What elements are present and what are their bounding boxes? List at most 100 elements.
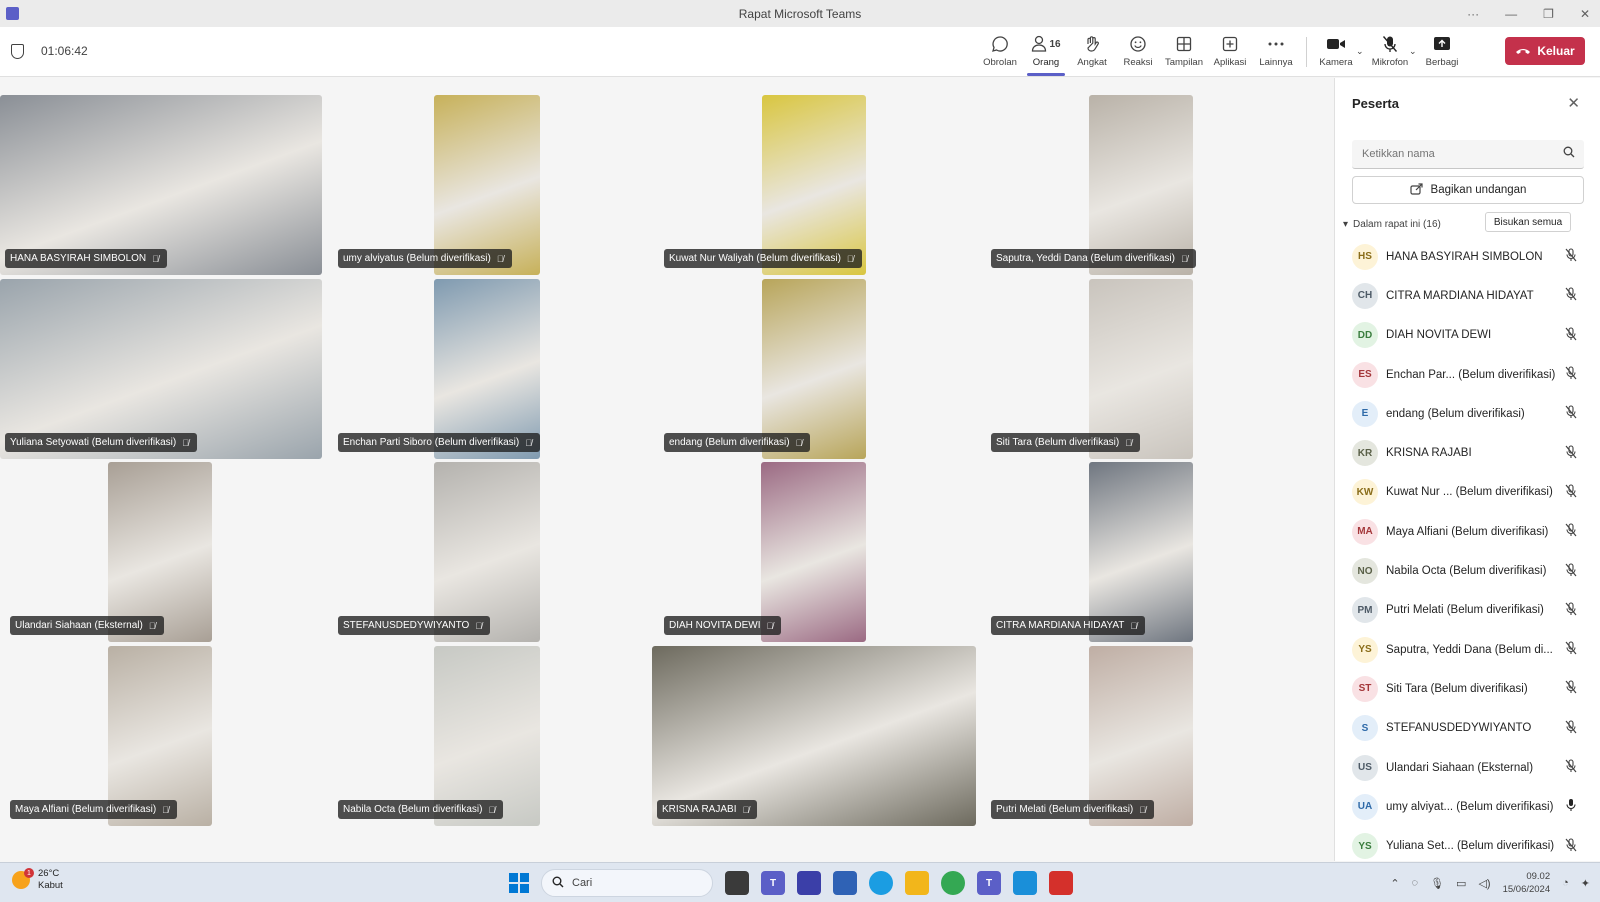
mic-on-icon[interactable]: [1565, 798, 1577, 815]
participant-row[interactable]: US Ulandari Siahaan (Eksternal): [1335, 748, 1600, 787]
teams-work-icon[interactable]: T: [977, 871, 1001, 895]
mic-button[interactable]: Mikrofon: [1368, 33, 1412, 73]
search-icon[interactable]: [1563, 146, 1575, 161]
participant-row[interactable]: KW Kuwat Nur ... (Belum diverifikasi): [1335, 473, 1600, 512]
video-tile[interactable]: [0, 95, 322, 275]
video-tile[interactable]: [652, 646, 976, 826]
video-feed: [108, 462, 212, 642]
display-icon[interactable]: ▭: [1456, 877, 1466, 890]
participant-row[interactable]: Eendang (Belum diverifikasi): [1335, 394, 1600, 433]
video-tile[interactable]: [1089, 95, 1193, 275]
participant-row[interactable]: CH CITRA MARDIANA HIDAYAT: [1335, 276, 1600, 315]
mic-icon[interactable]: 🎙: [1430, 877, 1444, 890]
video-tile[interactable]: [762, 279, 866, 459]
camera-button[interactable]: Kamera: [1314, 33, 1358, 73]
participant-row[interactable]: KR KRISNA RAJABI: [1335, 433, 1600, 472]
participant-count: 16: [1049, 38, 1061, 50]
participant-row[interactable]: MA Maya Alfiani (Belum diverifikasi): [1335, 512, 1600, 551]
share-invite-button[interactable]: Bagikan undangan: [1352, 176, 1584, 204]
participant-row[interactable]: YS Saputra, Yeddi Dana (Belum di...: [1335, 630, 1600, 669]
mic-off-icon[interactable]: [1565, 641, 1577, 658]
mic-off-icon[interactable]: [1565, 327, 1577, 344]
mic-off-icon[interactable]: [1565, 838, 1577, 855]
chevron-up-icon[interactable]: ⌃: [1390, 877, 1399, 890]
video-tile[interactable]: [434, 95, 540, 275]
mic-off-icon[interactable]: [1565, 287, 1577, 304]
video-tile[interactable]: [108, 646, 212, 826]
video-tile[interactable]: [0, 279, 322, 459]
avatar: PM: [1352, 597, 1378, 624]
mic-off-icon[interactable]: [1565, 405, 1577, 422]
participant-row[interactable]: NO Nabila Octa (Belum diverifikasi): [1335, 551, 1600, 590]
participant-search-input[interactable]: [1352, 140, 1584, 169]
raise-hand-button[interactable]: Angkat: [1070, 33, 1114, 73]
share-button[interactable]: Berbagi: [1420, 33, 1464, 73]
video-tile[interactable]: [1089, 646, 1193, 826]
more-button[interactable]: Lainnya: [1254, 33, 1298, 73]
participant-row[interactable]: S STEFANUSDEDYWIYANTO: [1335, 709, 1600, 748]
chrome-icon[interactable]: [941, 871, 965, 895]
participant-row[interactable]: PM Putri Melati (Belum diverifikasi): [1335, 591, 1600, 630]
camera-options-chevron-icon[interactable]: ⌄: [1356, 46, 1364, 57]
close-panel-icon[interactable]: ✕: [1567, 94, 1580, 112]
close-window-icon[interactable]: ✕: [1580, 7, 1590, 21]
camera-app-icon[interactable]: [1013, 871, 1037, 895]
vpn-app-icon[interactable]: [797, 871, 821, 895]
acrobat-icon[interactable]: [1049, 871, 1073, 895]
teams-personal-icon[interactable]: T: [761, 871, 785, 895]
view-button[interactable]: Tampilan: [1162, 33, 1206, 73]
participant-name: Nabila Octa (Belum diverifikasi): [1386, 565, 1547, 578]
in-meeting-section-toggle[interactable]: ▾ Dalam rapat ini (16): [1343, 219, 1441, 230]
task-view-icon[interactable]: [725, 871, 749, 895]
participant-row[interactable]: YS Yuliana Set... (Belum diverifikasi): [1335, 826, 1600, 865]
participant-row[interactable]: HS HANA BASYIRAH SIMBOLON: [1335, 237, 1600, 276]
mic-options-chevron-icon[interactable]: ⌄: [1409, 46, 1417, 57]
video-feed: [1089, 462, 1193, 642]
mic-off-icon[interactable]: [1565, 680, 1577, 697]
video-tile[interactable]: [761, 462, 866, 642]
chat-button[interactable]: Obrolan: [978, 33, 1022, 73]
mic-off-icon[interactable]: [1565, 248, 1577, 265]
people-button[interactable]: 16 Orang: [1024, 33, 1068, 76]
mic-off-icon[interactable]: [1565, 602, 1577, 619]
edge-icon[interactable]: [869, 871, 893, 895]
file-explorer-icon[interactable]: [905, 871, 929, 895]
volume-icon[interactable]: ◁): [1478, 877, 1490, 890]
video-tile[interactable]: [762, 95, 866, 275]
weather-widget[interactable]: 1 26°C Kabut: [12, 868, 63, 892]
video-tile[interactable]: [434, 462, 540, 642]
window-more-icon[interactable]: ···: [1467, 7, 1479, 21]
copilot-icon[interactable]: ✦: [1581, 877, 1590, 890]
video-tile[interactable]: [434, 646, 540, 826]
mic-off-icon[interactable]: [1565, 445, 1577, 462]
reaction-button[interactable]: Reaksi: [1116, 33, 1160, 73]
mic-off-icon[interactable]: [1565, 720, 1577, 737]
mic-off-icon[interactable]: [1565, 366, 1577, 383]
avatar: NO: [1352, 558, 1378, 585]
mic-off-icon[interactable]: [1565, 759, 1577, 776]
participant-row[interactable]: DD DIAH NOVITA DEWI: [1335, 316, 1600, 355]
clock[interactable]: 09.02 15/06/2024: [1503, 870, 1551, 896]
notification-bell-icon[interactable]: ◔: [1562, 877, 1569, 889]
mic-off-icon[interactable]: [1565, 562, 1577, 580]
participant-row[interactable]: ES Enchan Par... (Belum diverifikasi): [1335, 355, 1600, 394]
mic-off-icon[interactable]: [1565, 523, 1577, 540]
video-tile[interactable]: [434, 279, 540, 459]
store-icon[interactable]: [833, 871, 857, 895]
video-tile[interactable]: [1089, 462, 1193, 642]
start-icon[interactable]: [509, 873, 529, 893]
leave-button[interactable]: Keluar: [1505, 37, 1585, 65]
participant-row[interactable]: ST Siti Tara (Belum diverifikasi): [1335, 669, 1600, 708]
video-feed: [434, 279, 540, 459]
network-icon[interactable]: ◌: [1412, 877, 1419, 889]
maximize-icon[interactable]: ❐: [1543, 7, 1554, 21]
video-tile[interactable]: [108, 462, 212, 642]
mute-all-button[interactable]: Bisukan semua: [1485, 212, 1571, 232]
avatar: HS: [1352, 243, 1378, 270]
mic-off-icon[interactable]: [1565, 484, 1577, 501]
minimize-icon[interactable]: —: [1505, 7, 1517, 21]
video-tile[interactable]: [1089, 279, 1193, 459]
participant-row[interactable]: UA umy alviyat... (Belum diverifikasi): [1335, 787, 1600, 826]
taskbar-search[interactable]: Cari: [541, 869, 713, 897]
apps-button[interactable]: Aplikasi: [1208, 33, 1252, 73]
